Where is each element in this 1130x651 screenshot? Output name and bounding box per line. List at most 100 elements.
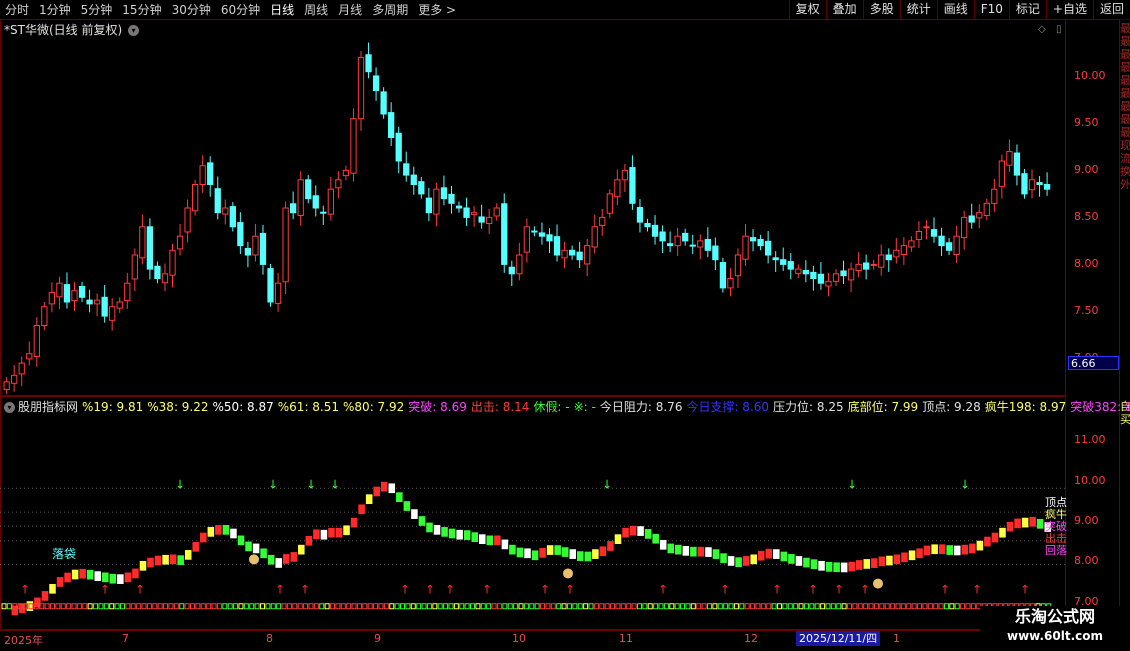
- indicator-band: [71, 569, 79, 580]
- signal-square: [324, 603, 330, 610]
- indicator-band: [207, 527, 215, 537]
- toolbar-button-3[interactable]: 统计: [899, 0, 937, 19]
- candle: [478, 216, 485, 223]
- candlestick-chart[interactable]: [0, 20, 1066, 396]
- timeframe-tab-3[interactable]: 15分钟: [117, 1, 166, 19]
- indicator-band: [56, 577, 64, 587]
- timeframe-tab-7[interactable]: 周线: [299, 1, 333, 19]
- indicator-band: [795, 556, 803, 566]
- date-label-3: 9: [374, 632, 381, 645]
- signal-square: [879, 603, 885, 610]
- signal-square: [389, 603, 395, 610]
- signal-square: [82, 603, 88, 610]
- candle: [11, 374, 18, 384]
- indicator-tick-3: 8.00: [1074, 554, 1099, 568]
- indicator-band: [637, 526, 644, 536]
- indicator-field-5: 突破: 8.69: [408, 400, 467, 414]
- candle: [154, 265, 161, 279]
- candle: [915, 231, 923, 240]
- indicator-tick-2: 9.00: [1074, 513, 1099, 527]
- toolbar-button-6[interactable]: 标记: [1008, 0, 1046, 19]
- signal-square: [6, 603, 12, 610]
- candle: [124, 282, 131, 302]
- signal-square: [674, 603, 680, 610]
- timeframe-tab-5[interactable]: 60分钟: [216, 1, 265, 19]
- indicator-band: [117, 574, 124, 584]
- signal-square: [809, 603, 815, 610]
- signal-square: [410, 603, 416, 610]
- candle: [523, 226, 531, 253]
- price-tick-1: 9.50: [1074, 116, 1099, 130]
- money-bag-icon: [563, 568, 573, 579]
- indicator-field-9: 今日阻力: 8.76: [599, 400, 683, 414]
- signal-square: [459, 603, 465, 610]
- signal-square: [227, 603, 233, 610]
- signal-square: [631, 603, 637, 610]
- signal-square: [270, 603, 276, 610]
- indicator-band: [132, 568, 139, 579]
- toolbar-button-1[interactable]: 叠加: [825, 0, 863, 19]
- toolbar-button-8[interactable]: 返回: [1092, 0, 1130, 19]
- arrow-up-icon: ↑: [275, 583, 285, 597]
- timeframe-tab-0[interactable]: 分时: [0, 1, 34, 19]
- timeframe-tab-8[interactable]: 月线: [333, 1, 367, 19]
- timeframe-tab-9[interactable]: 多周期: [367, 1, 413, 19]
- indicator-band: [162, 554, 169, 565]
- signal-square: [130, 603, 136, 610]
- signal-square: [933, 603, 939, 610]
- signal-square: [593, 603, 599, 610]
- candle: [780, 259, 787, 265]
- candle: [923, 226, 930, 229]
- toolbar-button-7[interactable]: +自选: [1045, 0, 1093, 19]
- indicator-band: [539, 548, 546, 558]
- timeframe-tab-1[interactable]: 1分钟: [34, 1, 76, 19]
- toolbar-button-4[interactable]: 画线: [936, 0, 974, 19]
- signal-square: [895, 603, 901, 610]
- indicator-band: [486, 535, 494, 546]
- chevron-down-icon[interactable]: ▾: [4, 402, 15, 413]
- toolbar-button-5[interactable]: F10: [973, 0, 1009, 19]
- candle: [320, 211, 327, 214]
- candle: [659, 231, 666, 242]
- candle: [26, 353, 33, 360]
- indicator-band: [343, 525, 350, 536]
- indicator-band: [991, 532, 999, 543]
- candle: [48, 292, 56, 305]
- indicator-band: [147, 557, 154, 568]
- indicator-band: [592, 549, 599, 559]
- indicator-band: [546, 545, 554, 555]
- timeframe-tab-4[interactable]: 30分钟: [167, 1, 216, 19]
- arrow-up-icon: ↑: [720, 583, 730, 597]
- signal-square: [286, 603, 292, 610]
- signal-square: [157, 603, 163, 610]
- toolbar-button-0[interactable]: 复权: [788, 0, 826, 19]
- candle: [433, 188, 440, 215]
- more-timeframes-button[interactable]: 更多 >: [413, 1, 461, 19]
- indicator-band: [49, 583, 56, 594]
- timeframe-tab-6[interactable]: 日线: [265, 1, 299, 19]
- indicator-band: [727, 556, 735, 566]
- indicator-chart[interactable]: ↑ ↑ ↑ ↓ ↓ ↑ ↑ ↓ ↓ ↑ ↑ ↑ ↑ ↑ ↑ ↓ ↑ ↑ ↑ ↑ ↑ ↓ ↑ ↑ ↓ ↑ ↑: [0, 416, 1066, 630]
- signal-square: [464, 603, 470, 610]
- indicator-band: [260, 548, 267, 559]
- toolbar-button-2[interactable]: 多股: [862, 0, 900, 19]
- candle: [259, 232, 267, 265]
- indicator-band: [946, 545, 953, 555]
- candle: [697, 240, 704, 248]
- date-axis: 2025年 7 8 9 10 11 12 1: [0, 630, 1066, 651]
- indicator-side-tags: 顶点 疯牛 突破 出击 回落: [1045, 497, 1067, 557]
- candle: [410, 174, 417, 186]
- candle: [561, 249, 568, 259]
- indicator-band: [690, 546, 697, 557]
- candle: [222, 207, 229, 215]
- indicator-band: [667, 543, 675, 554]
- signal-square: [825, 603, 831, 610]
- candle: [538, 232, 546, 237]
- signal-square: [502, 603, 508, 610]
- candle: [191, 184, 199, 212]
- signal-square: [550, 603, 556, 610]
- timeframe-tab-2[interactable]: 5分钟: [76, 1, 118, 19]
- candle: [425, 197, 432, 214]
- indicator-band: [230, 528, 237, 539]
- price-tick-0: 10.00: [1074, 69, 1106, 83]
